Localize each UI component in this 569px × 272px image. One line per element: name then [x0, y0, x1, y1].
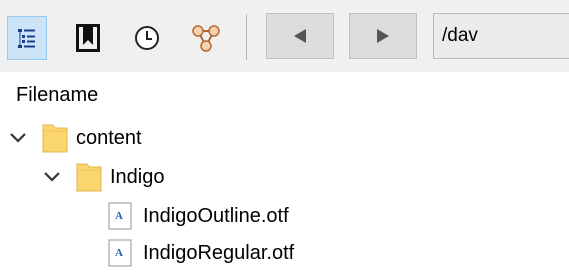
toolbar-separator [246, 14, 247, 60]
svg-text:A: A [115, 210, 123, 222]
bookmark-icon [76, 24, 100, 52]
tree-item-indigo[interactable]: Indigo [42, 160, 165, 194]
tree-item-label: IndigoRegular.otf [143, 241, 295, 264]
tree-item-label: Indigo [110, 165, 165, 188]
tree-item-indigooutline[interactable]: A IndigoOutline.otf [108, 199, 289, 233]
back-button[interactable] [266, 13, 334, 59]
triangle-left-icon [294, 29, 306, 43]
svg-text:A: A [115, 247, 123, 259]
chevron-down-icon[interactable] [42, 167, 62, 187]
tree-item-indigoregular[interactable]: A IndigoRegular.otf [108, 236, 294, 270]
tree-item-content[interactable]: content [8, 121, 142, 155]
tree-item-label: IndigoOutline.otf [143, 204, 289, 227]
tree-view-icon [18, 29, 35, 48]
tree-view-button[interactable] [7, 16, 47, 60]
forward-button[interactable] [349, 13, 417, 59]
history-button[interactable] [127, 16, 167, 60]
network-share-icon [192, 25, 220, 52]
toolbar [0, 0, 569, 72]
folder-icon [76, 163, 102, 192]
filename-column-header[interactable]: Filename [16, 84, 98, 107]
font-file-icon: A [108, 239, 132, 267]
bookmarks-button[interactable] [68, 16, 108, 60]
triangle-right-icon [377, 29, 389, 43]
path-input[interactable] [433, 13, 569, 59]
font-file-icon: A [108, 202, 132, 230]
tree-item-label: content [76, 126, 142, 149]
chevron-down-icon[interactable] [8, 128, 28, 148]
folder-icon [42, 124, 68, 153]
network-button[interactable] [186, 16, 226, 60]
history-clock-icon [135, 26, 159, 50]
